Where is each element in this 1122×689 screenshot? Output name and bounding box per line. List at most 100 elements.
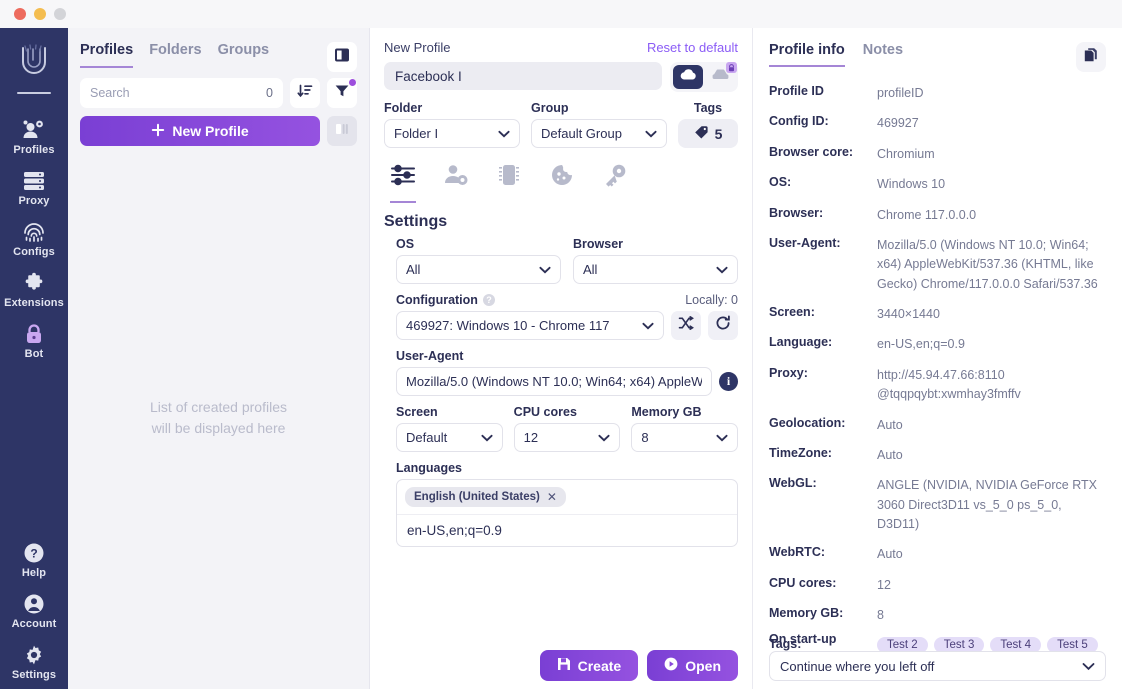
info-key: Screen: (769, 305, 815, 319)
sort-button[interactable] (290, 78, 320, 108)
profiles-icon (22, 119, 46, 141)
sidebar-item-bot[interactable]: Bot (0, 316, 68, 367)
sidebar-item-extensions[interactable]: Extensions (0, 265, 68, 316)
chevron-down-icon (598, 430, 610, 445)
info-key: TimeZone: (769, 445, 832, 460)
columns-toggle-button[interactable] (327, 116, 357, 146)
screen-value: Default (406, 430, 448, 445)
user-agent-header: User-Agent (396, 349, 738, 363)
browser-select[interactable]: All (573, 255, 738, 284)
language-chip-label: English (United States) (414, 491, 540, 503)
tab-notes[interactable]: Notes (863, 42, 903, 65)
lock-icon (726, 62, 737, 73)
info-row-proxy: Proxy: http://45.94.47.66:8110 @tqqpqybt… (769, 366, 1106, 405)
tab-groups[interactable]: Groups (218, 42, 270, 66)
folder-value: Folder I (394, 126, 439, 141)
maximize-window-button[interactable] (54, 8, 66, 20)
question-icon[interactable]: ? (482, 294, 495, 306)
open-button[interactable]: Open (647, 650, 738, 681)
tags-button[interactable]: 5 (678, 119, 738, 148)
info-key: Browser: (769, 205, 824, 220)
cpu-cores-label: CPU cores (513, 405, 577, 419)
info-key: WebRTC: (769, 545, 826, 560)
info-value: 12 (877, 577, 891, 592)
languages-box: English (United States) ✕ en-US,en;q=0.9 (396, 479, 738, 547)
chevron-down-icon (642, 318, 654, 333)
memory-gb-select[interactable]: 8 (631, 423, 739, 452)
copy-info-button[interactable] (1076, 42, 1106, 72)
cpu-cores-value: 12 (523, 430, 539, 445)
info-row-cpu-cores: CPU cores: 12 (769, 576, 1106, 595)
info-value: ANGLE (NVIDIA, NVIDIA GeForce RTX 3060 D… (877, 478, 1097, 531)
close-window-button[interactable] (14, 8, 26, 20)
info-value: Chrome 117.0.0.0 (877, 207, 977, 222)
info-row-language: Language: en-US,en;q=0.9 (769, 335, 1106, 354)
startup-select[interactable]: Continue where you left off (769, 651, 1106, 681)
sidebar-item-account[interactable]: Account (0, 586, 68, 637)
settings-body: OS All Browser All Configuration ? Local… (384, 231, 739, 547)
sidebar-item-settings[interactable]: Settings (0, 637, 68, 689)
storage-type-toggle (670, 62, 738, 92)
chevron-down-icon (539, 262, 551, 277)
tab-hardware[interactable] (496, 162, 522, 203)
info-value: Auto (877, 547, 903, 562)
language-chip[interactable]: English (United States) ✕ (405, 487, 566, 507)
search-input[interactable] (90, 86, 267, 100)
minimize-window-button[interactable] (34, 8, 46, 20)
group-select[interactable]: Default Group (531, 119, 667, 148)
profile-name-row (384, 62, 738, 92)
refresh-config-button[interactable] (708, 311, 738, 340)
folder-select[interactable]: Folder I (384, 119, 520, 148)
tab-profile-info[interactable]: Profile info (769, 42, 845, 67)
shuffle-config-button[interactable] (671, 311, 701, 340)
panel-layout-toggle-button[interactable] (327, 42, 357, 72)
group-field: Group Default Group (531, 101, 667, 148)
tab-credentials[interactable] (602, 162, 628, 203)
profile-name-input[interactable] (384, 62, 662, 90)
cpu-cores-field: CPU cores 12 (513, 405, 621, 452)
hardware-row: Screen Default CPU cores 12 Memory GB 8 (396, 405, 739, 452)
user-agent-input[interactable] (396, 367, 712, 396)
chevron-down-icon (645, 126, 657, 141)
columns-icon (334, 121, 350, 142)
os-label: OS (396, 237, 415, 251)
cpu-cores-select[interactable]: 12 (513, 423, 621, 452)
configuration-select[interactable]: 469927: Windows 10 - Chrome 117 (396, 311, 664, 340)
reset-to-default-link[interactable]: Reset to default (647, 40, 738, 55)
search-box[interactable]: 0 (80, 78, 283, 108)
screen-select[interactable]: Default (396, 423, 503, 452)
open-label: Open (685, 657, 721, 674)
storage-cloud-option[interactable] (673, 65, 703, 89)
new-profile-button[interactable]: New Profile (80, 116, 320, 146)
info-icon[interactable]: i (719, 372, 738, 391)
sidebar-item-label: Profiles (13, 144, 55, 156)
tags-field: Tags 5 (678, 101, 738, 148)
panel-layout-icon (334, 47, 350, 68)
filter-button[interactable] (327, 78, 357, 108)
tab-folders[interactable]: Folders (149, 42, 201, 66)
tab-user-settings[interactable] (443, 162, 469, 203)
info-key: Profile ID (769, 84, 824, 98)
tab-general-settings[interactable] (390, 162, 416, 203)
info-value: Auto (877, 417, 903, 432)
memory-gb-label: Memory GB (631, 405, 702, 419)
sidebar-item-help[interactable]: ? Help (0, 535, 68, 586)
close-icon[interactable]: ✕ (547, 490, 557, 504)
tab-profiles[interactable]: Profiles (80, 42, 134, 68)
chevron-down-icon (498, 126, 510, 141)
create-button[interactable]: Create (539, 650, 639, 681)
info-key: CPU cores: (769, 575, 837, 590)
screen-label: Screen (396, 405, 438, 419)
chevron-down-icon (481, 430, 493, 445)
sidebar-item-configs[interactable]: Configs (0, 214, 68, 265)
info-key: Config ID: (769, 114, 829, 129)
os-select[interactable]: All (396, 255, 561, 284)
sidebar-item-proxy[interactable]: Proxy (0, 163, 68, 214)
user-settings-icon (443, 165, 469, 192)
sidebar-item-profiles[interactable]: Profiles (0, 112, 68, 163)
screen-field: Screen Default (396, 405, 503, 452)
plus-icon (151, 123, 165, 140)
storage-local-option[interactable] (705, 62, 737, 89)
sidebar-nav: Profiles Proxy Configs Extensions Bot ? … (0, 28, 68, 689)
tab-cookies[interactable] (549, 162, 575, 203)
